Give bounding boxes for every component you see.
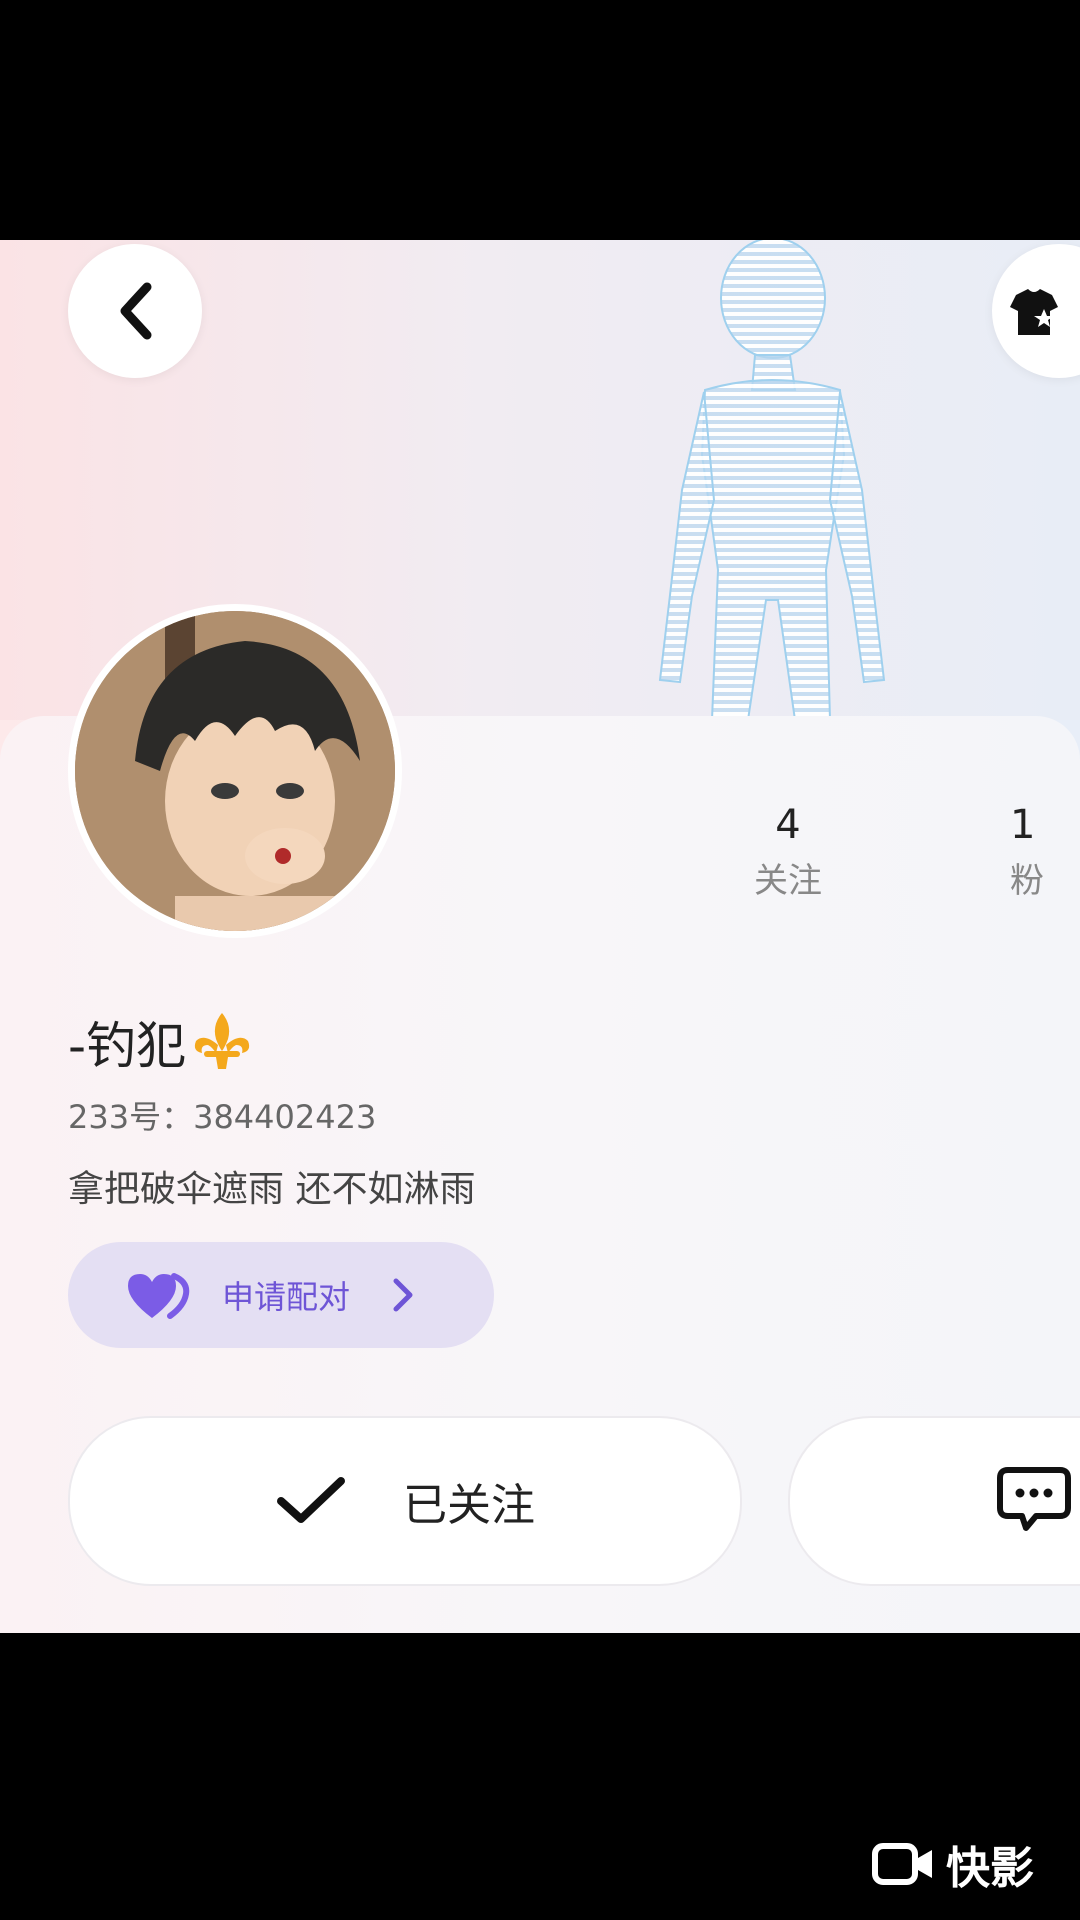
apply-pair-button[interactable]: 申请配对 <box>68 1242 494 1348</box>
following-stat[interactable]: 4 关注 <box>708 800 868 906</box>
followed-button[interactable]: 已关注 <box>68 1416 742 1586</box>
heart-icon <box>128 1273 190 1319</box>
back-button[interactable] <box>68 244 202 378</box>
avatar-image <box>75 611 395 931</box>
avatar-illustration <box>75 611 395 931</box>
checkmark-icon <box>277 1477 345 1523</box>
chevron-right-icon <box>393 1278 413 1312</box>
following-count: 4 <box>775 802 801 848</box>
fans-count: 1 <box>1010 802 1036 848</box>
tshirt-star-icon <box>1010 289 1058 335</box>
fans-label: 粉 <box>1010 861 1044 901</box>
followed-label: 已关注 <box>403 1480 535 1531</box>
apply-pair-label: 申请配对 <box>222 1278 351 1316</box>
message-button[interactable] <box>788 1416 1080 1586</box>
username-text: -钓犯 <box>68 1017 187 1075</box>
kuaiying-watermark: 快影 <box>872 1832 1034 1896</box>
camera-icon <box>872 1843 932 1885</box>
fans-stat[interactable]: 1 粉 <box>1010 800 1080 906</box>
avatar[interactable] <box>68 604 402 938</box>
user-id: 233号：384402423 <box>68 1098 377 1136</box>
outfit-button[interactable] <box>992 244 1080 378</box>
chat-bubble-icon <box>997 1467 1071 1531</box>
watermark-text: 快影 <box>946 1843 1034 1894</box>
user-bio: 拿把破伞遮雨 还不如淋雨 <box>68 1169 476 1210</box>
fleur-de-lis-icon <box>194 1013 250 1069</box>
chevron-left-icon <box>120 282 152 340</box>
following-label: 关注 <box>754 861 822 901</box>
profile-screen: 4 关注 1 粉 -钓犯 233号：384402423 拿把破伞遮雨 还不如淋雨… <box>0 240 1080 1633</box>
hologram-avatar-figure <box>658 240 886 720</box>
username: -钓犯 <box>68 1006 254 1078</box>
